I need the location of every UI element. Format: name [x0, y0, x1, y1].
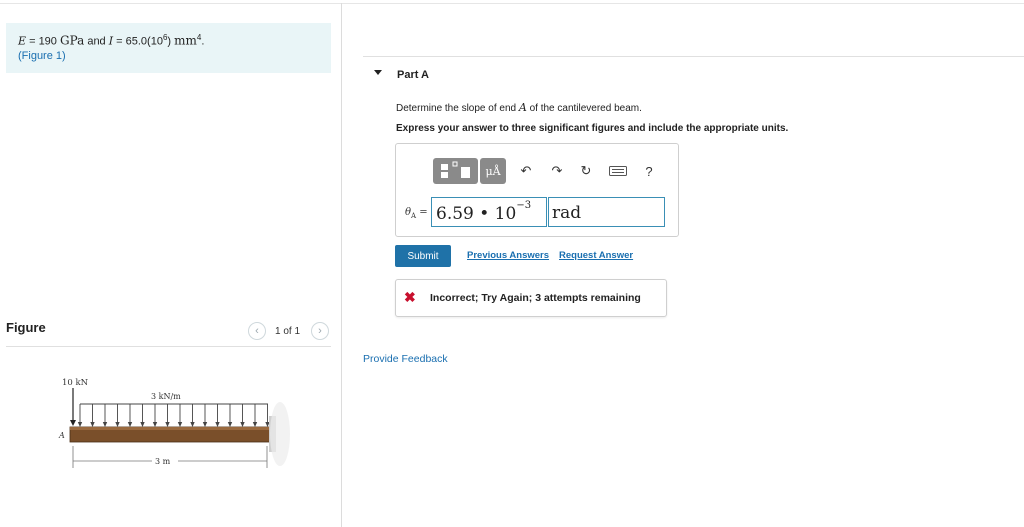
templates-icon: [441, 161, 470, 178]
figure-link[interactable]: (Figure 1): [18, 50, 66, 62]
request-answer-link[interactable]: Request Answer: [559, 250, 633, 261]
distributed-load-arrowhead: [127, 422, 133, 427]
redo-icon: ↷: [551, 163, 563, 178]
instruction-text: Express your answer to three significant…: [396, 123, 789, 134]
answer-value-input[interactable]: 6.59 • 10−3: [431, 197, 547, 227]
distributed-load-arrowhead: [90, 422, 95, 427]
keyboard-icon: [609, 166, 627, 176]
and-text: and: [84, 35, 109, 48]
distributed-load-arrowhead: [252, 422, 258, 427]
distributed-load-arrowhead: [77, 422, 83, 427]
period: .: [201, 35, 205, 48]
redo-button[interactable]: ↷: [548, 158, 566, 184]
equals-sign: =: [416, 207, 428, 218]
i-unit: mm: [174, 33, 197, 48]
beam-highlight: [70, 427, 270, 430]
submit-button[interactable]: Submit: [395, 245, 451, 267]
previous-answers-link[interactable]: Previous Answers: [467, 250, 549, 261]
reset-icon: ↻: [580, 163, 592, 178]
distributed-load-arrowhead: [115, 422, 120, 427]
chevron-left-icon: ‹: [255, 325, 259, 337]
answer-exponent: −3: [516, 200, 532, 211]
distributed-load-label: 3 kN/m: [151, 392, 181, 401]
question-prefix: Determine the slope of end: [396, 103, 519, 114]
distributed-load-arrowhead: [240, 422, 245, 427]
distributed-load-arrowhead: [177, 422, 183, 427]
given-values-box: E = 190 GPa and I = 65.0(106) mm4. (Figu…: [6, 23, 331, 73]
figure-title: Figure: [6, 320, 46, 335]
answer-unit: rad: [552, 203, 582, 223]
length-label: 3 m: [155, 457, 171, 466]
x-icon: ✖: [404, 289, 416, 305]
answer-unit-input[interactable]: rad: [548, 197, 665, 227]
load-label: 10 kN: [62, 378, 89, 388]
question-symbol: A: [518, 101, 527, 114]
i-value: = 65.0(10: [113, 35, 163, 48]
point-load-arrowhead: [70, 420, 76, 426]
figure-divider: [6, 346, 331, 347]
units-button[interactable]: μÅ: [480, 158, 506, 184]
undo-icon: ↶: [520, 163, 532, 178]
e-symbol: E: [18, 34, 27, 48]
part-divider: [363, 56, 1024, 57]
help-button[interactable]: ?: [640, 158, 658, 184]
point-a-label: A: [58, 431, 65, 440]
part-title[interactable]: Part A: [397, 69, 429, 81]
distributed-load-arrowhead: [215, 422, 220, 427]
help-label: ?: [645, 163, 653, 179]
distributed-load-arrowhead: [202, 422, 208, 427]
distributed-load-arrowhead: [152, 422, 158, 427]
keyboard-button[interactable]: [607, 158, 629, 184]
distributed-load-arrowhead: [102, 422, 108, 427]
figure-pager: 1 of 1: [275, 326, 301, 337]
distributed-load-arrowhead: [165, 422, 170, 427]
distributed-load-arrowhead: [190, 422, 195, 427]
panel-divider: [341, 3, 342, 527]
units-label: μÅ: [485, 164, 501, 178]
provide-feedback-link[interactable]: Provide Feedback: [363, 353, 448, 365]
next-figure-button[interactable]: ›: [311, 322, 329, 340]
wall: [270, 402, 290, 466]
question-text: Determine the slope of end A of the cant…: [396, 101, 642, 114]
collapse-caret-icon[interactable]: [374, 70, 382, 75]
distributed-load-arrows: [77, 404, 270, 427]
e-value: = 190: [26, 35, 60, 48]
answer-label: θA =: [405, 207, 428, 220]
templates-button[interactable]: [433, 158, 478, 184]
chevron-right-icon: ›: [318, 325, 322, 337]
beam-figure: 10 kN 3 kN/m A 3 m: [58, 378, 290, 468]
answer-value: 6.59 • 10: [436, 204, 517, 224]
distributed-load-arrowhead: [227, 422, 233, 427]
given-values: E = 190 GPa and I = 65.0(106) mm4.: [18, 33, 204, 48]
feedback-message: Incorrect; Try Again; 3 attempts remaini…: [430, 292, 641, 304]
distributed-load-arrowhead: [140, 422, 145, 427]
e-unit: GPa: [59, 33, 85, 48]
top-border: [0, 3, 1024, 4]
undo-button[interactable]: ↶: [517, 158, 535, 184]
prev-figure-button[interactable]: ‹: [248, 322, 266, 340]
reset-button[interactable]: ↻: [577, 158, 595, 184]
question-suffix: of the cantilevered beam.: [526, 103, 642, 114]
